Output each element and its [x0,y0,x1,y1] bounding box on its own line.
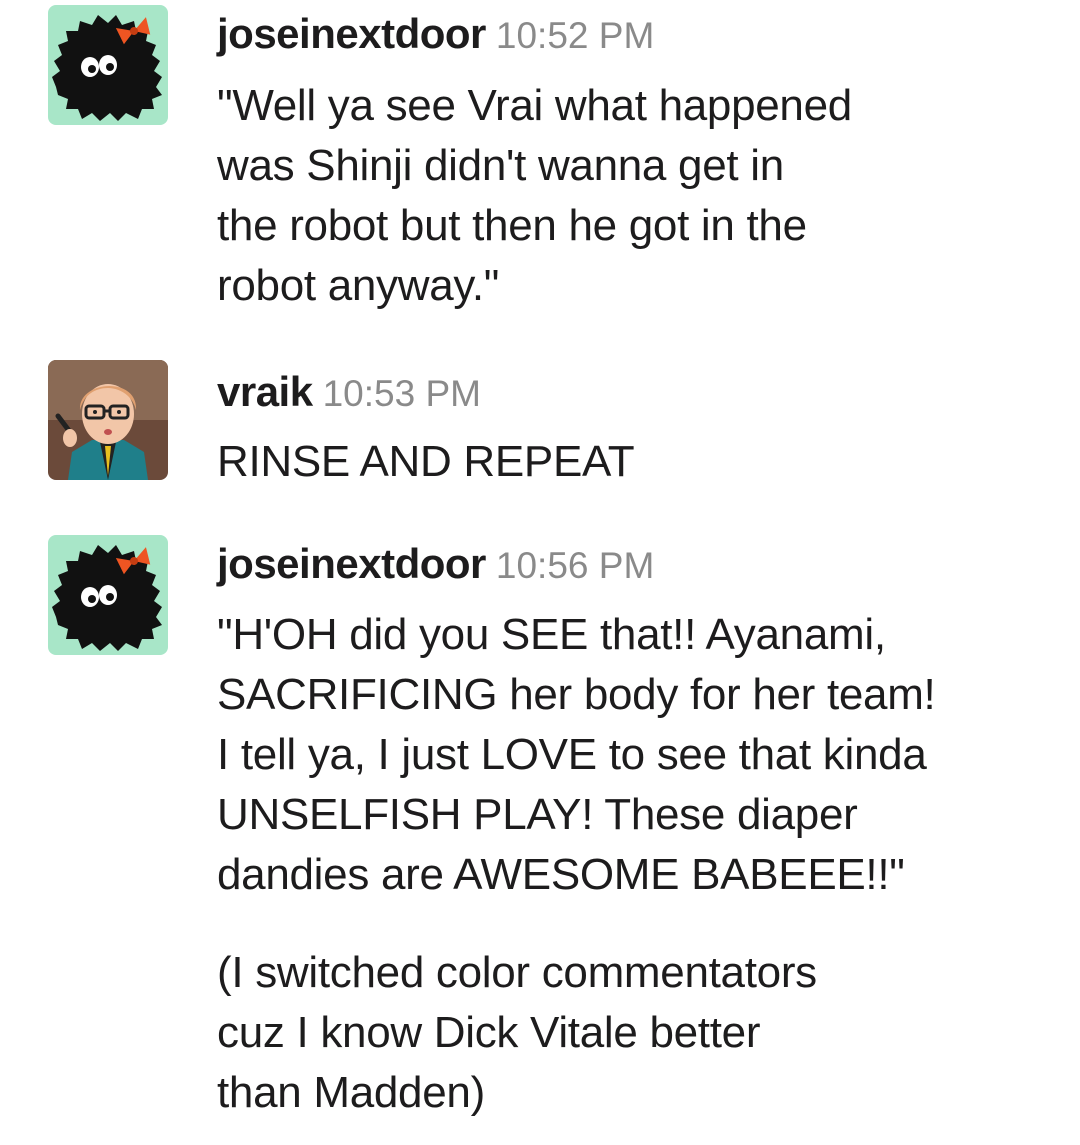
soot-sprite-with-bow-icon [48,5,168,125]
illustrated-person-with-glasses-icon [48,360,168,480]
avatar-joseinextdoor[interactable] [48,535,168,655]
username[interactable]: vraik [217,368,313,415]
timestamp[interactable]: 10:52 PM [496,15,654,56]
soot-sprite-with-bow-icon [48,535,168,655]
avatar-joseinextdoor[interactable] [48,5,168,125]
timestamp[interactable]: 10:56 PM [496,545,654,586]
message-text: "H'OH did you SEE that!! Ayanami, SACRIF… [217,610,936,899]
message-header: vraik 10:53 PM [217,368,481,416]
username[interactable]: joseinextdoor [217,10,486,57]
message-text: RINSE AND REPEAT [217,437,635,486]
message-text-followup: (I switched color commentators cuz I kno… [217,948,817,1117]
message-text: "Well ya see Vrai what happened was Shin… [217,81,852,310]
username[interactable]: joseinextdoor [217,540,486,587]
message-header: joseinextdoor 10:52 PM [217,10,654,58]
message-header: joseinextdoor 10:56 PM [217,540,654,588]
avatar-vraik[interactable] [48,360,168,480]
timestamp[interactable]: 10:53 PM [323,373,481,414]
